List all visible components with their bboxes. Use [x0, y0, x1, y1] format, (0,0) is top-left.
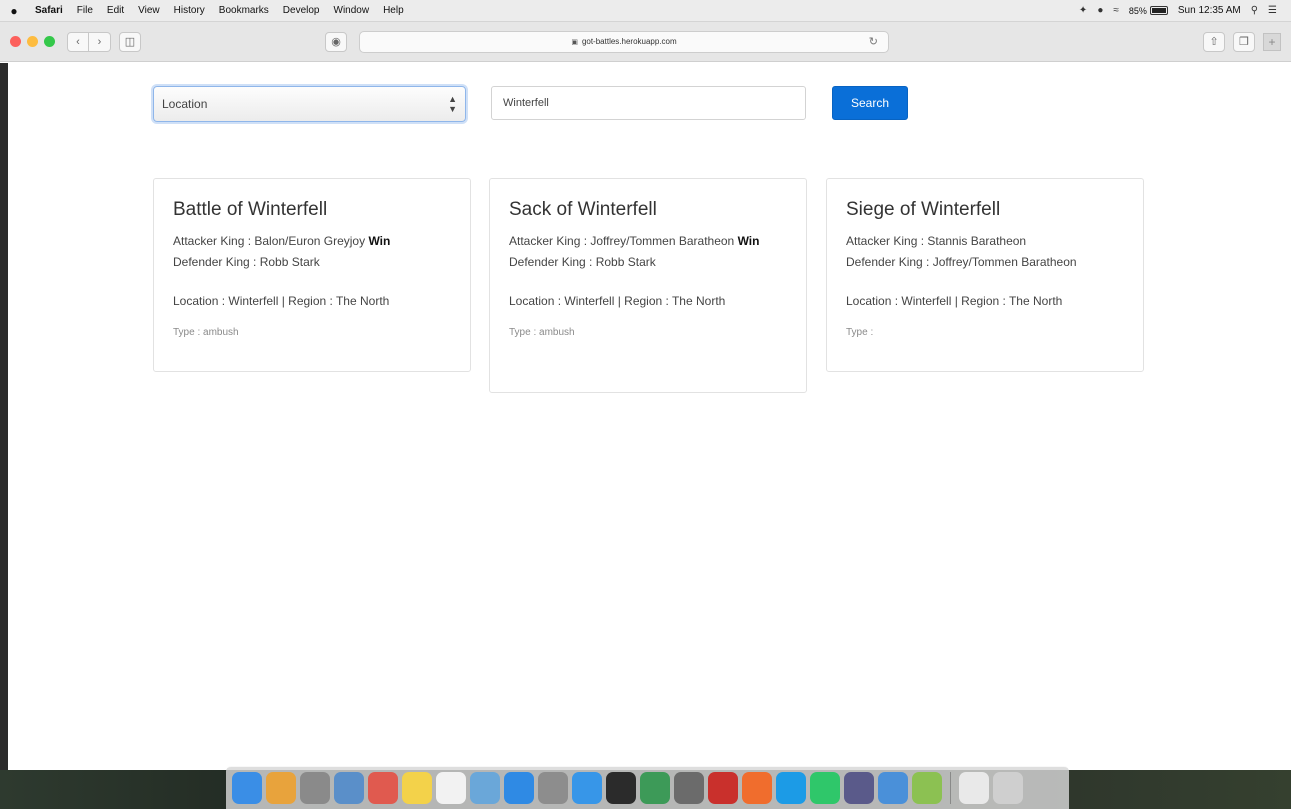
battery-percent: 85% — [1128, 5, 1147, 16]
sidebar-toggle-icon[interactable]: ◫ — [119, 31, 141, 52]
menu-help[interactable]: Help — [376, 5, 411, 16]
tabs-overview-icon[interactable]: ❐ — [1233, 31, 1255, 52]
battle-type: Type : ambush — [509, 327, 575, 338]
clock[interactable]: Sun 12:35 AM — [1178, 5, 1241, 16]
sublime-text-dock-icon[interactable] — [674, 772, 704, 804]
battery-icon — [1149, 6, 1168, 15]
notification-center-icon[interactable]: ☰ — [1268, 5, 1277, 16]
menu-bar: ● Safari File Edit View History Bookmark… — [0, 0, 1291, 22]
postman-dock-icon[interactable] — [742, 772, 772, 804]
menu-safari[interactable]: Safari — [28, 5, 70, 16]
attacker-king: Attacker King : Balon/Euron Greyjoy Win — [173, 231, 451, 252]
window-edge — [0, 63, 8, 770]
window-controls — [10, 36, 55, 47]
menu-view[interactable]: View — [131, 5, 167, 16]
extension-icon[interactable]: ✦ — [1079, 5, 1087, 16]
battle-card: Sack of Winterfell Attacker King : Joffr… — [489, 178, 807, 393]
defender-king-text: Defender King : Robb Stark — [509, 255, 656, 269]
forward-button[interactable]: › — [89, 31, 111, 52]
attacker-king-text: Attacker King : Joffrey/Tommen Baratheon — [509, 234, 735, 248]
trash-dock-icon[interactable] — [993, 772, 1023, 804]
search-type-value: Location — [162, 97, 208, 111]
menu-window[interactable]: Window — [327, 5, 377, 16]
battle-title: Sack of Winterfell — [509, 199, 657, 220]
navigation-buttons: ‹ › — [67, 31, 111, 52]
pin-icon[interactable]: ● — [1097, 5, 1103, 16]
privacy-shield-icon[interactable]: ◉ — [325, 31, 347, 52]
calendar-dock-icon[interactable] — [368, 772, 398, 804]
defender-king: Defender King : Joffrey/Tommen Baratheon — [846, 252, 1124, 273]
menu-edit[interactable]: Edit — [100, 5, 131, 16]
menu-develop[interactable]: Develop — [276, 5, 327, 16]
terminal-dock-icon[interactable] — [606, 772, 636, 804]
page-content: Location ▲▼ Search Battle of Winterfell … — [8, 63, 1291, 770]
zoom-window-button[interactable] — [44, 36, 55, 47]
chrome-dock-icon[interactable] — [266, 772, 296, 804]
lock-icon: ▣ — [571, 38, 578, 46]
battle-card: Battle of Winterfell Attacker King : Bal… — [153, 178, 471, 372]
close-window-button[interactable] — [10, 36, 21, 47]
share-icon[interactable]: ⇧ — [1203, 31, 1225, 52]
safari-dock-icon[interactable] — [572, 772, 602, 804]
menu-bookmarks[interactable]: Bookmarks — [212, 5, 276, 16]
photos-dock-icon[interactable] — [470, 772, 500, 804]
select-arrows-icon: ▲ ▼ — [448, 94, 457, 114]
battle-location: Location : Winterfell | Region : The Nor… — [509, 294, 726, 308]
back-button[interactable]: ‹ — [67, 31, 89, 52]
attacker-king-text: Attacker King : Balon/Euron Greyjoy — [173, 234, 366, 248]
defender-king: Defender King : Robb Stark — [509, 252, 787, 273]
xcode-dock-icon[interactable] — [878, 772, 908, 804]
app-store-dock-icon[interactable] — [504, 772, 534, 804]
win-badge: Win — [368, 234, 391, 248]
documents-dock-icon[interactable] — [959, 772, 989, 804]
battle-title: Battle of Winterfell — [173, 199, 328, 220]
attacker-king: Attacker King : Stannis Baratheon — [846, 231, 1124, 252]
apple-menu-icon[interactable]: ● — [0, 4, 28, 18]
wifi-icon[interactable]: ≈ — [1113, 5, 1119, 16]
battle-type: Type : — [846, 327, 874, 338]
battery-indicator[interactable]: 85% — [1129, 6, 1168, 16]
dock-separator — [950, 772, 951, 804]
reload-icon[interactable]: ↻ — [869, 35, 878, 48]
search-type-select[interactable]: Location ▲ ▼ — [153, 86, 466, 122]
win-badge: Win — [737, 234, 760, 248]
whatsapp-dock-icon[interactable] — [810, 772, 840, 804]
spotlight-search-icon[interactable]: ⚲ — [1251, 5, 1258, 16]
launchpad-dock-icon[interactable] — [300, 772, 330, 804]
battle-title: Siege of Winterfell — [846, 199, 1001, 220]
preview-dock-icon[interactable] — [334, 772, 364, 804]
defender-king: Defender King : Robb Stark — [173, 252, 451, 273]
system-preferences-dock-icon[interactable] — [538, 772, 568, 804]
defender-king-text: Defender King : Robb Stark — [173, 255, 320, 269]
finder-dock-icon[interactable] — [232, 772, 262, 804]
attacker-king-text: Attacker King : Stannis Baratheon — [846, 234, 1027, 248]
battle-card: Siege of Winterfell Attacker King : Stan… — [826, 178, 1144, 372]
sourcetree-dock-icon[interactable] — [640, 772, 670, 804]
reminders-dock-icon[interactable] — [436, 772, 466, 804]
new-tab-button[interactable]: + — [1263, 32, 1281, 51]
vpn-dock-icon[interactable] — [844, 772, 874, 804]
battle-location: Location : Winterfell | Region : The Nor… — [846, 294, 1063, 308]
attacker-king: Attacker King : Joffrey/Tommen Baratheon… — [509, 231, 787, 252]
menu-history[interactable]: History — [167, 5, 212, 16]
defender-king-text: Defender King : Joffrey/Tommen Baratheon — [846, 255, 1077, 269]
url-text: got-battles.herokuapp.com — [581, 37, 677, 46]
browser-toolbar: ‹ › ◫ ◉ ▣ got-battles.herokuapp.com ↻ ⇧ … — [0, 22, 1291, 62]
menu-file[interactable]: File — [70, 5, 100, 16]
dock — [226, 766, 1069, 809]
android-file-transfer-dock-icon[interactable] — [912, 772, 942, 804]
filezilla-dock-icon[interactable] — [708, 772, 738, 804]
battle-location: Location : Winterfell | Region : The Nor… — [173, 294, 390, 308]
minimize-window-button[interactable] — [27, 36, 38, 47]
search-button[interactable]: Search — [832, 86, 908, 120]
battle-type: Type : ambush — [173, 327, 239, 338]
address-bar[interactable]: ▣ got-battles.herokuapp.com ↻ — [359, 30, 889, 53]
notes-dock-icon[interactable] — [402, 772, 432, 804]
skype-dock-icon[interactable] — [776, 772, 806, 804]
search-input[interactable] — [491, 86, 806, 120]
